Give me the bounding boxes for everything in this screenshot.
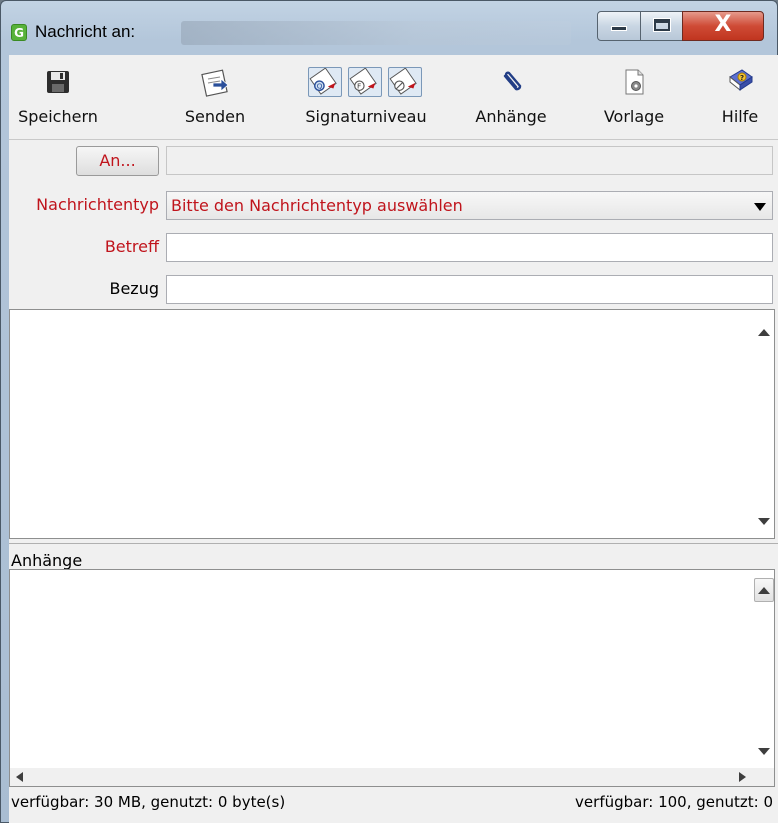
toolbar-label: Signaturniveau	[305, 107, 427, 126]
toolbar-label: Hilfe	[721, 107, 759, 126]
status-storage: verfügbar: 30 MB, genutzt: 0 byte(s)	[11, 793, 286, 811]
scroll-left-icon[interactable]	[16, 772, 23, 782]
paperclip-icon	[503, 71, 522, 91]
close-button[interactable]: X	[682, 11, 764, 41]
signature-qualified-button[interactable]: Q	[308, 67, 342, 97]
signature-none-icon	[389, 67, 417, 95]
attachments-vscrollbar[interactable]	[754, 570, 774, 768]
signature-advanced-icon: F	[349, 67, 377, 95]
toolbar-label: Anhänge	[475, 107, 547, 126]
toolbar-attachments-button[interactable]: Anhänge	[469, 55, 553, 141]
message-type-select[interactable]: Bitte den Nachrichtentyp auswählen	[166, 191, 773, 220]
recipient-field[interactable]	[166, 146, 773, 175]
svg-text:Q: Q	[317, 82, 323, 91]
toolbar-help-button[interactable]: ? Hilfe	[709, 55, 771, 141]
floppy-disk-icon	[47, 71, 69, 93]
toolbar-label: Vorlage	[603, 107, 665, 126]
scroll-up-button[interactable]	[754, 578, 774, 602]
send-message-icon	[201, 69, 229, 97]
title-bar[interactable]: G Nachricht an: X	[1, 1, 777, 55]
status-count: verfügbar: 100, genutzt: 0	[575, 793, 773, 811]
svg-text:F: F	[357, 82, 361, 91]
signature-advanced-button[interactable]: F	[348, 67, 382, 97]
svg-text:?: ?	[740, 74, 744, 82]
message-window: G Nachricht an: X Speichern Senden Q F S…	[0, 0, 778, 823]
section-divider	[9, 543, 778, 544]
toolbar-label: Speichern	[18, 107, 98, 126]
dropdown-arrow-icon	[754, 203, 766, 211]
minimize-icon	[611, 26, 627, 31]
subject-label: Betreff	[104, 237, 159, 256]
message-body-scrollbar[interactable]	[754, 310, 774, 538]
attachments-hscrollbar[interactable]	[10, 768, 774, 786]
subject-field[interactable]	[166, 233, 773, 262]
toolbar-signature-level: Q F Signaturniveau	[291, 55, 441, 141]
window-title: Nachricht an:	[35, 22, 136, 41]
toolbar-template-button[interactable]: Vorlage	[594, 55, 674, 141]
toolbar: Speichern Senden Q F Signaturniveau Anhä…	[9, 55, 778, 141]
scroll-down-icon[interactable]	[758, 518, 770, 525]
recipient-button[interactable]: An...	[76, 146, 159, 176]
maximize-button[interactable]	[640, 11, 683, 41]
scroll-up-icon	[758, 587, 770, 594]
attachments-list[interactable]	[9, 569, 775, 787]
background-blur	[181, 21, 571, 45]
toolbar-send-button[interactable]: Senden	[179, 55, 251, 141]
signature-none-button[interactable]	[388, 67, 422, 97]
scroll-down-icon[interactable]	[758, 748, 770, 755]
close-icon: X	[714, 12, 732, 37]
signature-options: Q F	[308, 67, 424, 97]
maximize-icon	[653, 19, 670, 31]
attachments-title: Anhänge	[11, 551, 83, 570]
template-gear-icon	[625, 69, 644, 95]
reference-label: Bezug	[109, 279, 159, 298]
scroll-up-icon[interactable]	[758, 329, 770, 336]
toolbar-save-button[interactable]: Speichern	[9, 55, 107, 141]
toolbar-divider	[9, 139, 778, 140]
minimize-button[interactable]	[597, 11, 641, 41]
toolbar-label: Senden	[184, 107, 246, 126]
help-book-icon: ?	[729, 69, 753, 92]
message-type-value: Bitte den Nachrichtentyp auswählen	[171, 196, 463, 215]
message-body[interactable]	[9, 309, 775, 539]
message-type-label: Nachrichtentyp	[36, 195, 159, 214]
reference-field[interactable]	[166, 275, 773, 304]
signature-qualified-icon: Q	[309, 67, 337, 95]
app-logo-icon: G	[11, 24, 27, 41]
scroll-right-icon[interactable]	[739, 772, 746, 782]
client-area: Speichern Senden Q F Signaturniveau Anhä…	[9, 55, 778, 823]
